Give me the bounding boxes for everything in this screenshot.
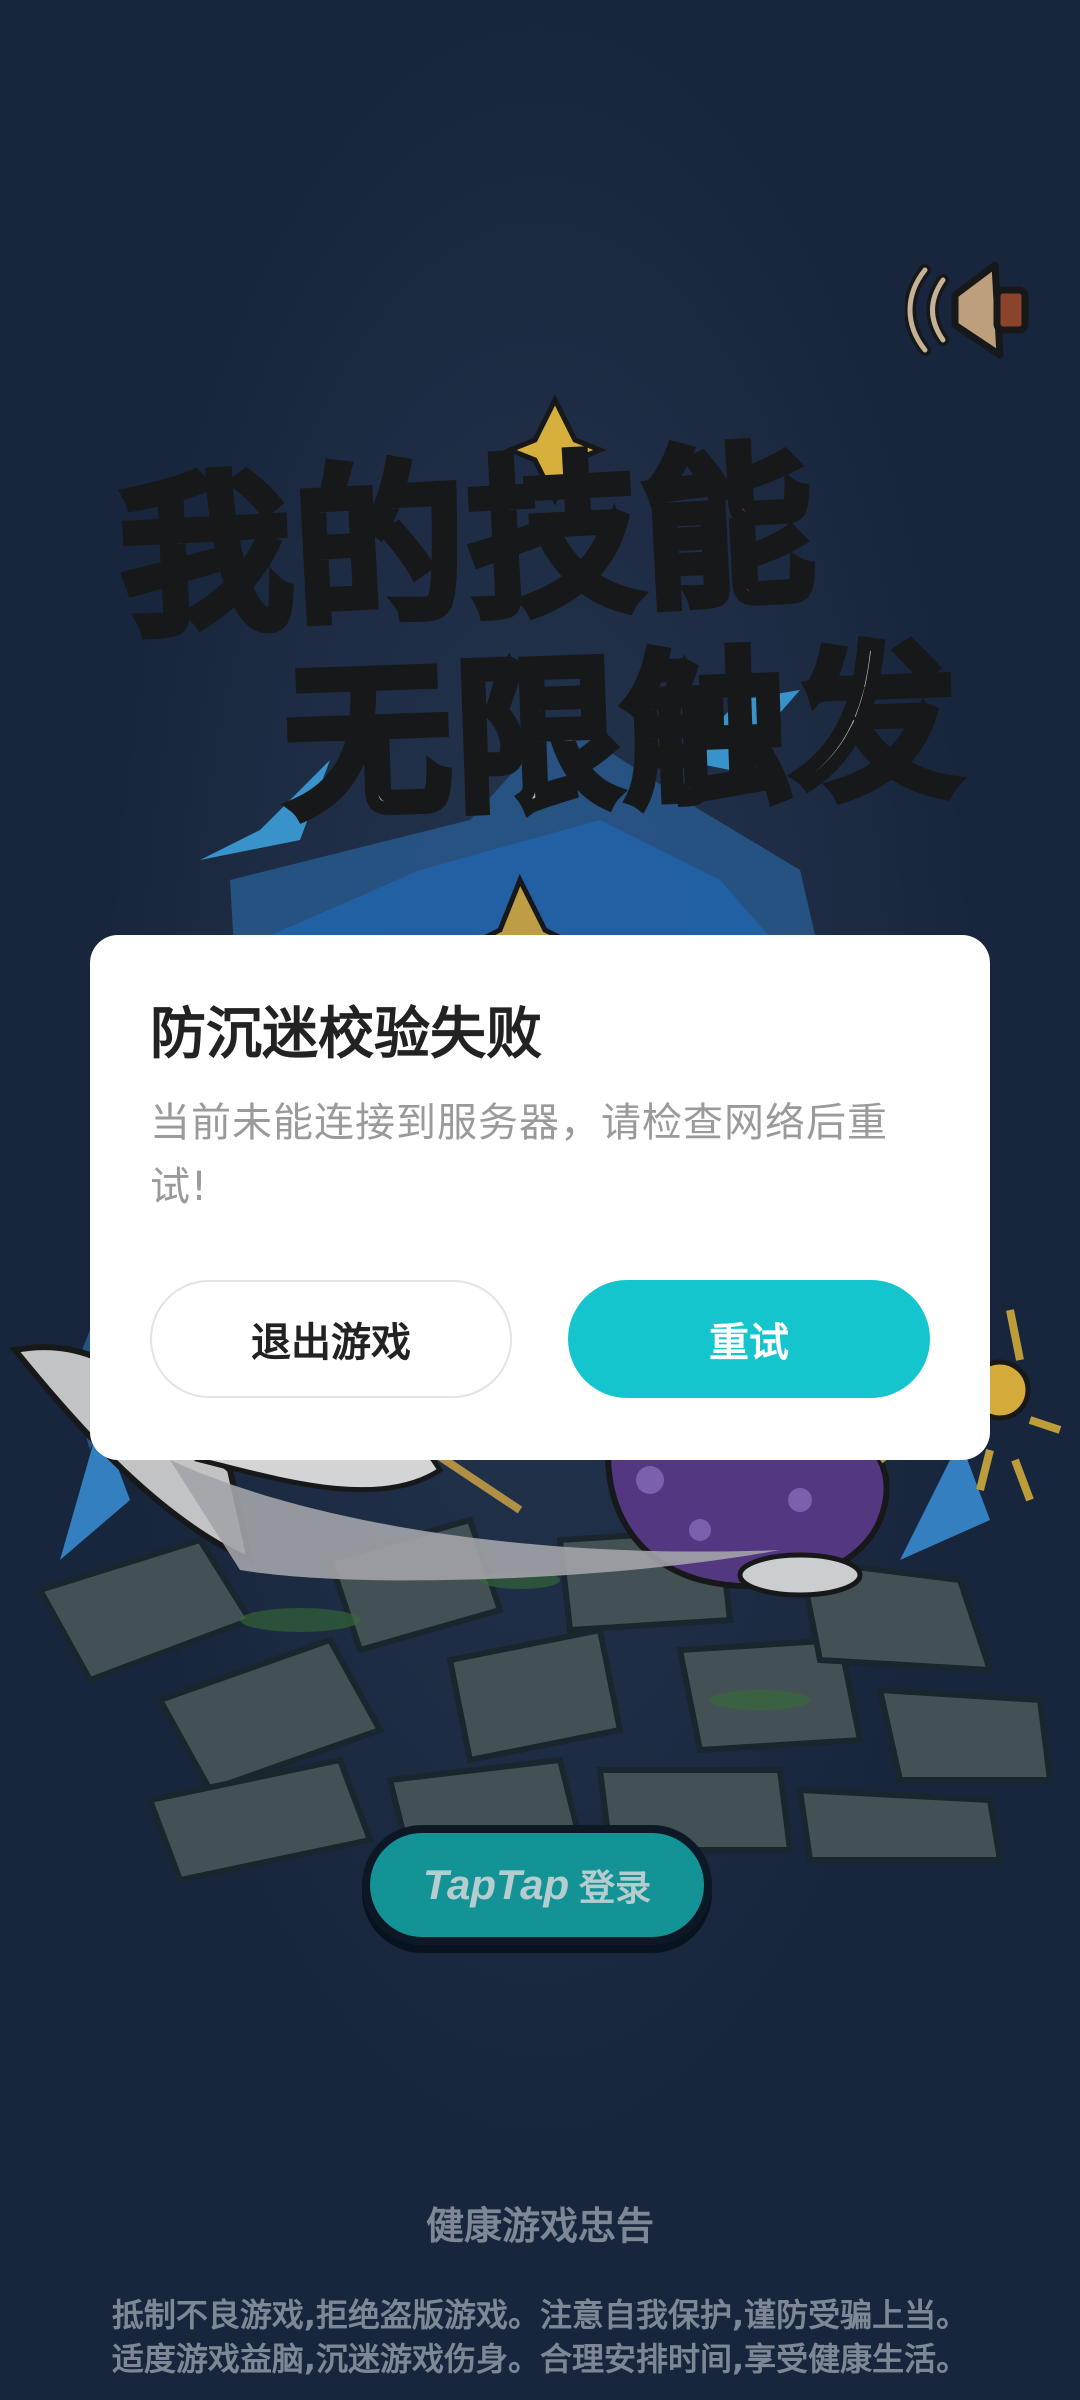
anti-addiction-error-dialog: 防沉迷校验失败 当前未能连接到服务器，请检查网络后重试! 退出游戏 重试: [90, 935, 990, 1460]
dialog-title: 防沉迷校验失败: [150, 1002, 542, 1067]
dialog-message: 当前未能连接到服务器，请检查网络后重试!: [150, 1100, 888, 1210]
dialog-button-row: 退出游戏 重试: [150, 1280, 930, 1398]
game-login-screen: 我的技能 无限触发 TapTap 登录 健康游戏忠告 抵制不良游戏,拒绝盗版游戏…: [0, 0, 1080, 2400]
exit-game-button[interactable]: 退出游戏: [150, 1280, 512, 1398]
retry-button[interactable]: 重试: [568, 1280, 930, 1398]
